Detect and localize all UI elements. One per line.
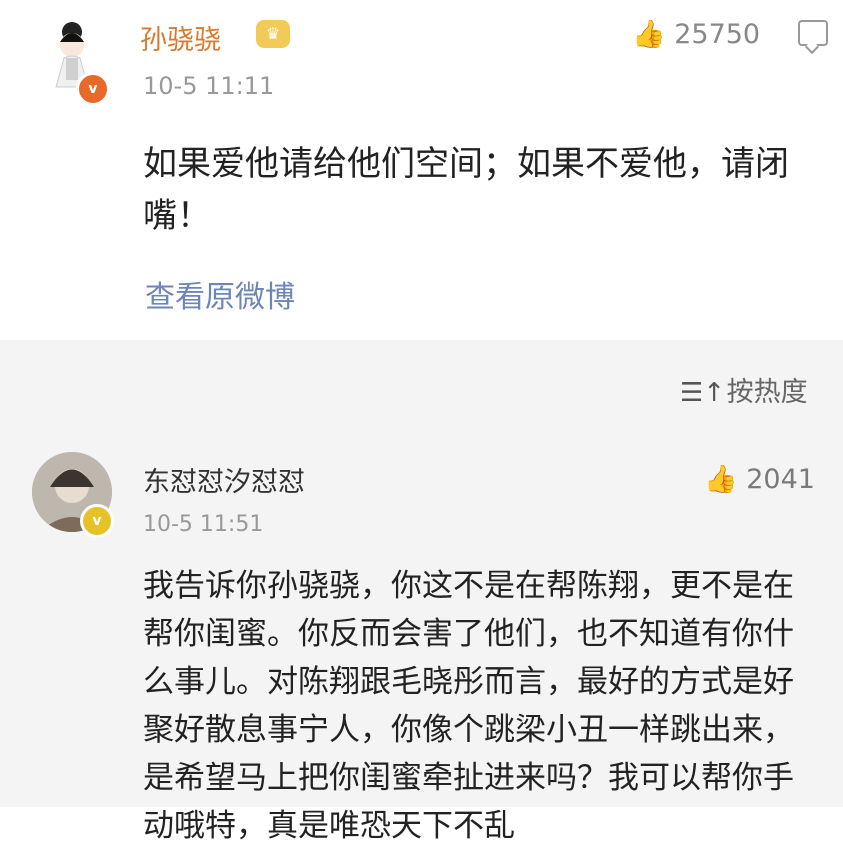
thumbs-up-icon: 👍 (704, 464, 738, 495)
post-author-name[interactable]: 孙骁骁 (140, 18, 221, 57)
sort-toggle[interactable]: ☰↑ 按热度 (680, 370, 808, 409)
crown-badge-icon: ♛ (256, 20, 290, 48)
comment-author-name[interactable]: 东怼怼汐怼怼 (143, 460, 305, 499)
verified-badge-icon: v (76, 72, 110, 106)
comment-icon[interactable] (798, 20, 828, 46)
verified-badge-icon: v (80, 504, 114, 538)
view-original-link[interactable]: 查看原微博 (145, 272, 295, 316)
comment-timestamp: 10-5 11:51 (143, 512, 264, 537)
post-timestamp: 10-5 11:11 (143, 72, 275, 100)
sort-label: 按热度 (726, 377, 808, 408)
original-post: v 孙骁骁 ♛ 10-5 11:11 👍 25750 如果爱他请给他们空间；如果… (0, 0, 843, 340)
post-like-button[interactable]: 👍 25750 (632, 18, 760, 50)
thumbs-up-icon: 👍 (632, 19, 666, 50)
post-like-count: 25750 (674, 19, 761, 50)
comment-like-count: 2041 (746, 464, 815, 495)
sort-icon: ☰↑ (680, 378, 726, 408)
comment-like-button[interactable]: 👍 2041 (704, 463, 815, 495)
post-content: 如果爱他请给他们空间；如果不爱他，请闭嘴！ (143, 144, 789, 236)
